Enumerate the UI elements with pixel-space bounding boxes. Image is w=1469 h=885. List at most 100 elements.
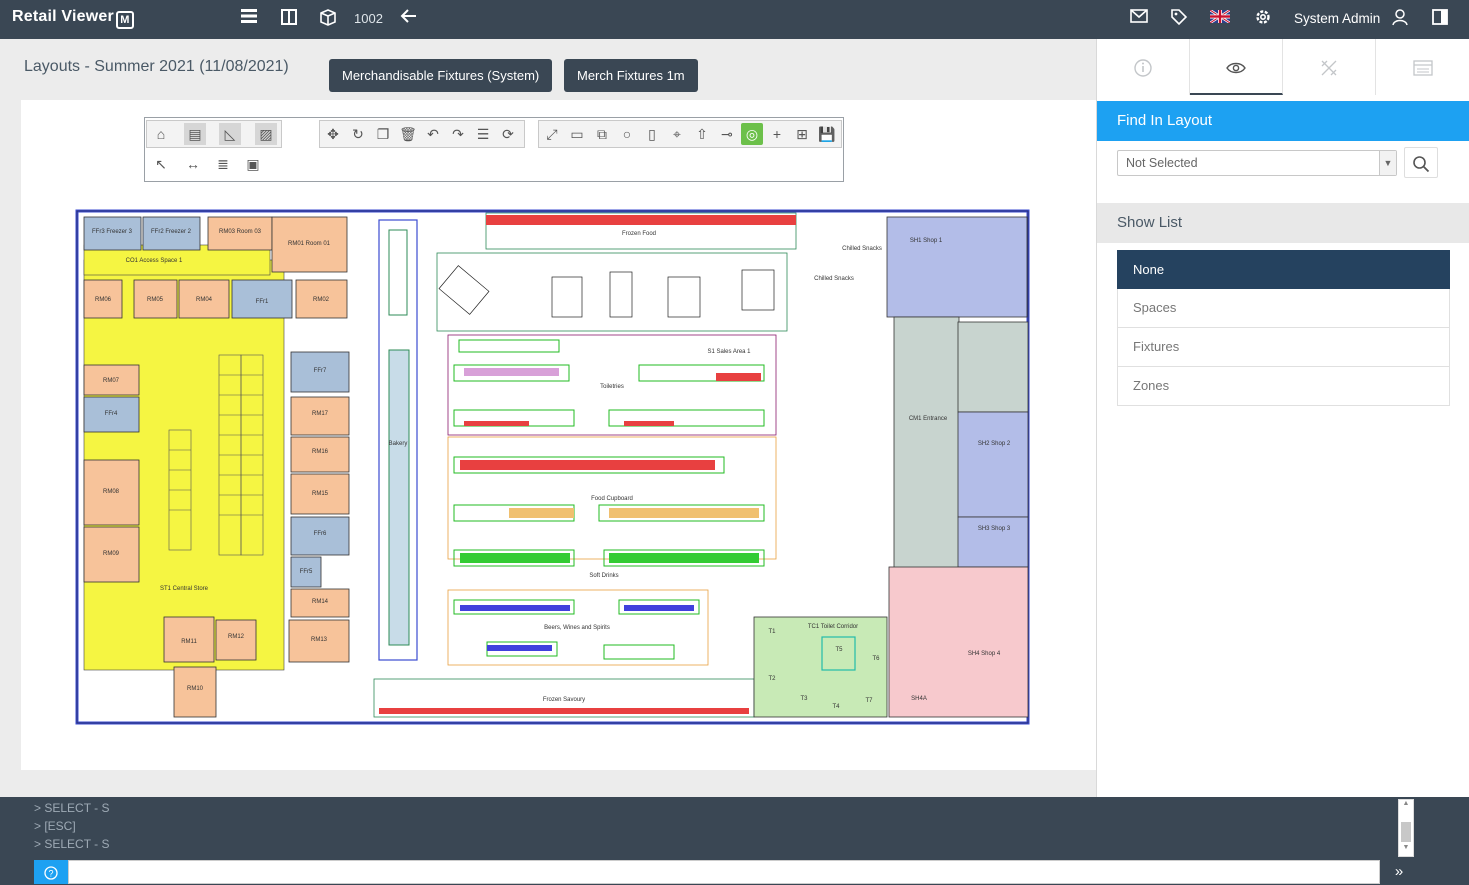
duplicate-window-icon[interactable]: ⧉ (591, 123, 613, 145)
find-in-layout-header: Find In Layout (1097, 101, 1469, 141)
back-arrow-icon[interactable] (398, 8, 420, 30)
list-icon[interactable] (238, 8, 260, 30)
svg-text:RM12: RM12 (228, 634, 245, 640)
console-line: > SELECT - S (34, 801, 110, 815)
tab-list[interactable] (1376, 39, 1469, 95)
save-icon[interactable]: 💾 (816, 123, 838, 145)
svg-text:S1 Sales Area 1: S1 Sales Area 1 (707, 349, 751, 355)
svg-text:RM01 Room 01: RM01 Room 01 (288, 241, 331, 247)
ruler-icon[interactable]: ▯ (641, 123, 663, 145)
search-button[interactable] (1404, 147, 1438, 178)
show-list-item-zones[interactable]: Zones (1117, 367, 1450, 406)
svg-text:FFr4: FFr4 (105, 411, 118, 417)
svg-text:RM10: RM10 (187, 686, 204, 692)
submit-command-icon[interactable]: » (1384, 860, 1414, 884)
fit-screen-icon[interactable]: ⤢ (541, 123, 563, 145)
merch-fixtures-1m-button[interactable]: Merch Fixtures 1m (564, 59, 698, 92)
svg-text:RM09: RM09 (103, 551, 120, 557)
app-logo[interactable]: Retail Viewer M (12, 8, 134, 29)
svg-text:T7: T7 (865, 698, 873, 704)
delete-icon[interactable]: 🗑 (397, 123, 419, 145)
screen-icon[interactable]: ▣ (242, 153, 264, 175)
dimension-icon[interactable]: ↔ (182, 153, 204, 175)
svg-text:FFr5: FFr5 (300, 569, 313, 575)
eye-icon (1226, 57, 1246, 77)
flag-uk-icon[interactable] (1209, 8, 1231, 30)
select-pointer-icon[interactable]: ↖ (150, 153, 172, 175)
floor-plan[interactable]: FFr3 Freezer 3 FFr2 Freezer 2 RM03 Room … (44, 205, 1044, 745)
merchandisable-fixtures-button[interactable]: Merchandisable Fixtures (System) (329, 59, 553, 92)
box-icon[interactable] (317, 8, 339, 30)
svg-text:SH4A: SH4A (911, 696, 927, 702)
logo-mark: M (115, 11, 134, 29)
layers-icon[interactable]: ▤ (184, 123, 206, 145)
svg-text:SH1 Shop 1: SH1 Shop 1 (910, 238, 943, 244)
scroll-up-icon[interactable]: ▲ (1399, 800, 1413, 812)
side-panel: Find In Layout Not Selected ▼ Show List … (1096, 39, 1469, 797)
svg-text:RM13: RM13 (311, 637, 328, 643)
svg-text:RM15: RM15 (312, 491, 329, 497)
svg-text:T6: T6 (872, 656, 880, 662)
refresh-icon[interactable]: ⟳ (497, 123, 519, 145)
tab-info[interactable] (1097, 39, 1190, 95)
list-icon (1412, 57, 1433, 77)
svg-text:Chilled Snacks: Chilled Snacks (814, 276, 854, 282)
console-scrollbar[interactable]: ▲ ▼ (1398, 799, 1414, 857)
upload-icon[interactable]: ⇧ (691, 123, 713, 145)
tab-visibility[interactable] (1190, 39, 1283, 95)
circle-icon[interactable]: ○ (616, 123, 638, 145)
svg-text:RM04: RM04 (196, 297, 213, 303)
svg-text:T3: T3 (800, 696, 808, 702)
svg-text:Frozen Food: Frozen Food (622, 231, 656, 237)
chevron-down-icon[interactable]: ▼ (1379, 151, 1396, 175)
svg-text:SH3 Shop 3: SH3 Shop 3 (978, 526, 1011, 532)
move-icon[interactable]: ✥ (322, 123, 344, 145)
svg-text:RM06: RM06 (95, 297, 112, 303)
command-input[interactable] (68, 860, 1380, 884)
svg-text:FFr2 Freezer 2: FFr2 Freezer 2 (151, 229, 192, 235)
hatch-icon[interactable]: ▨ (255, 123, 277, 145)
user-name[interactable]: System Admin (1294, 11, 1380, 26)
numbered-list-icon[interactable]: ≣ (212, 153, 234, 175)
page-title: Layouts - Summer 2021 (11/08/2021) (24, 58, 289, 75)
svg-text:Soft Drinks: Soft Drinks (589, 573, 618, 579)
book-icon[interactable] (278, 8, 300, 30)
show-list-item-spaces[interactable]: Spaces (1117, 289, 1450, 328)
home-icon[interactable]: ⌂ (150, 123, 172, 145)
line-node-icon[interactable]: ⊸ (716, 123, 738, 145)
find-select[interactable]: Not Selected ▼ (1117, 150, 1397, 176)
scroll-thumb[interactable] (1401, 822, 1411, 842)
user-icon[interactable] (1389, 8, 1411, 30)
svg-text:SH2 Shop 2: SH2 Shop 2 (978, 441, 1011, 447)
console-output: > SELECT - S > [ESC] > SELECT - S (34, 799, 1398, 856)
gear-icon[interactable] (1252, 8, 1274, 30)
help-button[interactable]: ? (34, 860, 68, 884)
plus-icon[interactable]: + (766, 123, 788, 145)
svg-text:T4: T4 (832, 704, 840, 710)
list-view-icon[interactable]: ☰ (472, 123, 494, 145)
redo-icon[interactable]: ↷ (447, 123, 469, 145)
svg-text:TC1 Toilet Corridor: TC1 Toilet Corridor (808, 624, 858, 630)
mail-icon[interactable] (1128, 8, 1150, 30)
show-list: None Spaces Fixtures Zones (1117, 250, 1450, 406)
show-list-item-none[interactable]: None (1117, 250, 1450, 289)
scroll-down-icon[interactable]: ▼ (1399, 844, 1413, 856)
show-list-header: Show List (1097, 203, 1469, 243)
grid-icon[interactable]: ⊞ (791, 123, 813, 145)
rotate-icon[interactable]: ↻ (347, 123, 369, 145)
svg-text:RM17: RM17 (312, 411, 329, 417)
svg-text:RM11: RM11 (181, 639, 197, 645)
console-line: > [ESC] (34, 819, 76, 833)
svg-text:T5: T5 (835, 647, 843, 653)
undo-icon[interactable]: ↶ (422, 123, 444, 145)
tab-graph[interactable] (1283, 39, 1376, 95)
search-icon (1412, 153, 1430, 172)
panel-toggle-icon[interactable] (1429, 8, 1451, 30)
measure-angle-icon[interactable]: ◺ (219, 123, 241, 145)
crosshair-icon[interactable]: ⌖ (666, 123, 688, 145)
show-list-item-fixtures[interactable]: Fixtures (1117, 328, 1450, 367)
tag-icon[interactable] (1168, 8, 1190, 30)
snap-icon[interactable]: ◎ (741, 123, 763, 145)
monitor-icon[interactable]: ▭ (566, 123, 588, 145)
copy-icon[interactable]: ❐ (372, 123, 394, 145)
